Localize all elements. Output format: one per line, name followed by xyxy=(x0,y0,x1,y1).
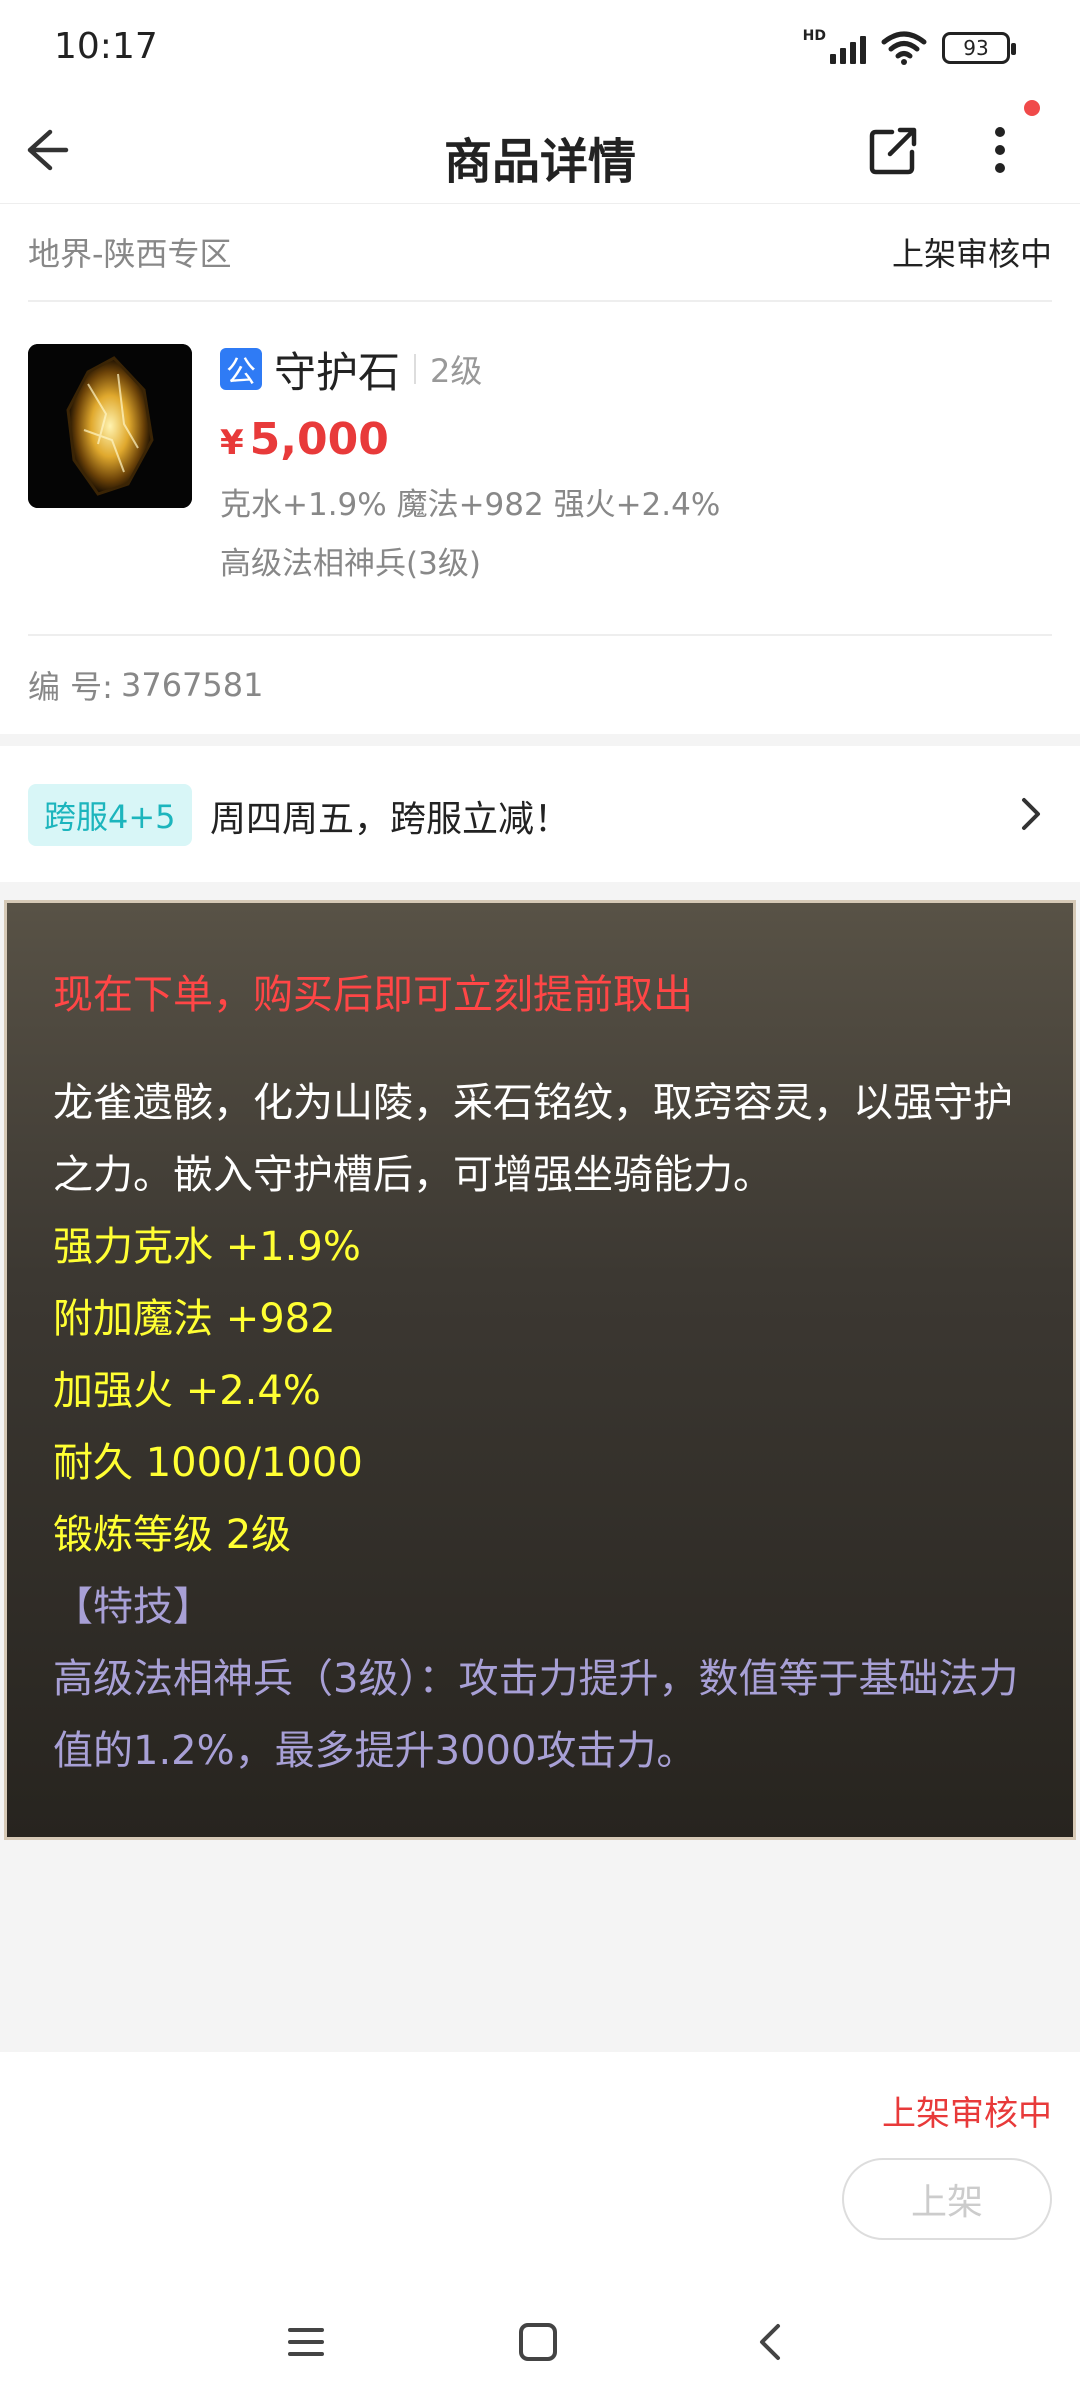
item-card: 地界-陕西专区 上架审核中 公 守护石 2级 ¥5,000 克水+1.9% 魔法… xyxy=(0,204,1080,734)
item-price: ¥5,000 xyxy=(220,414,720,465)
stat-line: 强力克水 +1.9% xyxy=(53,1224,361,1270)
promo-text: 周四周五，跨服立减！ xyxy=(210,799,571,840)
item-lore: 龙雀遗骸，化为山陵，采石铭纹，取窍容灵，以强守护之力。嵌入守护槽后，可增强坐骑能… xyxy=(53,1080,1013,1198)
listing-status: 上架审核中 xyxy=(891,235,1052,273)
status-time: 10:17 xyxy=(54,26,158,67)
currency-symbol: ¥ xyxy=(220,423,244,463)
list-item-button[interactable]: 上架 xyxy=(842,2158,1052,2240)
home-icon[interactable] xyxy=(508,2312,568,2372)
system-nav-bar xyxy=(0,2282,1080,2400)
server-zone: 地界-陕西专区 xyxy=(28,235,232,273)
chevron-right-icon xyxy=(1022,798,1040,830)
notification-dot xyxy=(1024,100,1040,116)
id-label: 编 号: xyxy=(28,668,113,706)
stat-line: 加强火 +2.4% xyxy=(53,1368,321,1414)
purchase-notice: 现在下单，购买后即可立刻提前取出 xyxy=(53,972,693,1018)
divider xyxy=(414,354,417,384)
public-badge: 公 xyxy=(220,348,262,390)
signal-icon xyxy=(830,32,866,64)
status-bar: 10:17 HD 93 xyxy=(0,0,1080,100)
promo-tag: 跨服4+5 xyxy=(28,784,192,846)
stat-line: 锻炼等级 2级 xyxy=(53,1512,292,1558)
share-icon[interactable] xyxy=(862,118,926,182)
item-skill: 高级法相神兵(3级) xyxy=(220,546,481,582)
stat-line: 耐久 1000/1000 xyxy=(53,1440,363,1486)
wifi-icon xyxy=(881,31,927,65)
special-text: 高级法相神兵（3级）：攻击力提升，数值等于基础法力值的1.2%，最多提升3000… xyxy=(53,1656,1019,1774)
stat-line: 附加魔法 +982 xyxy=(53,1296,336,1342)
item-id-row: 编 号: 3767581 xyxy=(28,634,1052,734)
special-header: 【特技】 xyxy=(53,1584,213,1630)
item-name: 守护石 xyxy=(274,347,401,397)
zone-row: 地界-陕西专区 上架审核中 xyxy=(28,204,1052,302)
item-info: 公 守护石 2级 ¥5,000 克水+1.9% 魔法+982 强火+2.4% 高… xyxy=(220,344,720,583)
battery-level: 93 xyxy=(963,36,989,60)
item-image[interactable] xyxy=(28,344,192,508)
item-description-panel: 现在下单，购买后即可立刻提前取出 龙雀遗骸，化为山陵，采石铭纹，取窍容灵，以强守… xyxy=(4,900,1076,1840)
promo-banner[interactable]: 跨服4+5 周四周五，跨服立减！ xyxy=(0,746,1080,882)
guardian-stone-icon xyxy=(28,344,192,508)
id-value: 3767581 xyxy=(120,666,264,704)
more-options-icon[interactable] xyxy=(968,118,1032,182)
menu-icon[interactable] xyxy=(276,2312,336,2372)
item-attributes: 克水+1.9% 魔法+982 强火+2.4% xyxy=(220,487,721,523)
item-level: 2级 xyxy=(430,352,483,390)
price-value: 5,000 xyxy=(249,414,389,465)
item-name-line: 公 守护石 2级 xyxy=(220,344,720,397)
back-icon[interactable] xyxy=(742,2312,802,2372)
battery-icon: 93 xyxy=(942,32,1016,64)
hd-label: HD xyxy=(802,28,826,44)
status-icons: HD 93 xyxy=(802,28,1016,66)
bottom-action-bar: 上架审核中 上架 xyxy=(0,2052,1080,2282)
footer-status: 上架审核中 xyxy=(882,2094,1052,2134)
app-header: 商品详情 xyxy=(0,100,1080,204)
